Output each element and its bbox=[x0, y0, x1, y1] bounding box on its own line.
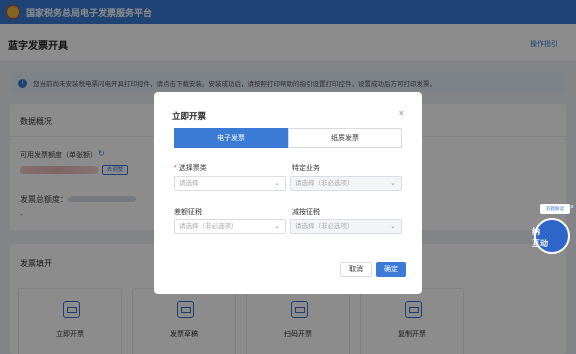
badge-text-2b: 动 bbox=[540, 239, 548, 248]
close-icon[interactable]: × bbox=[570, 204, 574, 211]
tab-electronic[interactable]: 电子发票 bbox=[174, 128, 288, 148]
special-business-label: 特定业务 bbox=[292, 165, 320, 172]
tab-paper[interactable]: 纸质发票 bbox=[288, 128, 402, 148]
badge-bubble: 答题解读 bbox=[540, 204, 570, 214]
cancel-button[interactable]: 取消 bbox=[340, 262, 372, 277]
special-business-placeholder: 请选择（非必选项） bbox=[295, 180, 354, 187]
invoice-type-label: * 选择票类 bbox=[174, 163, 207, 173]
reduced-tax-placeholder: 请选择（非必选项） bbox=[295, 223, 354, 230]
chevron-down-icon: ⌄ bbox=[390, 180, 396, 187]
diff-tax-label: 差额征税 bbox=[174, 209, 202, 216]
reduced-tax-label: 减按征税 bbox=[292, 209, 320, 216]
chevron-down-icon: ⌄ bbox=[274, 180, 280, 187]
invoice-type-placeholder: 请选择 bbox=[179, 180, 199, 187]
chevron-down-icon: ⌄ bbox=[274, 223, 280, 230]
interactive-badge[interactable]: 答题解读 × 纳 互动 bbox=[530, 204, 574, 256]
issue-invoice-dialog: 立即开票 × 电子发票 纸质发票 * 选择票类 请选择 ⌄ 特定业务 请选择（非必… bbox=[154, 92, 422, 294]
invoice-type-label-text: 选择票类 bbox=[178, 165, 207, 172]
invoice-type-select[interactable]: 请选择 ⌄ bbox=[174, 176, 286, 191]
dialog-title: 立即开票 bbox=[172, 111, 207, 121]
chevron-down-icon: ⌄ bbox=[390, 223, 396, 230]
badge-text-2: 互动 bbox=[532, 238, 548, 249]
confirm-button[interactable]: 确定 bbox=[376, 262, 406, 277]
reduced-tax-select[interactable]: 请选择（非必选项） ⌄ bbox=[290, 219, 402, 234]
badge-text-2a: 互 bbox=[532, 239, 540, 248]
diff-tax-select[interactable]: 请选择（非必选项） ⌄ bbox=[174, 219, 286, 234]
special-business-select[interactable]: 请选择（非必选项） ⌄ bbox=[290, 176, 402, 191]
invoice-medium-tabs: 电子发票 纸质发票 bbox=[174, 128, 402, 148]
close-icon[interactable]: × bbox=[399, 108, 404, 118]
diff-tax-placeholder: 请选择（非必选项） bbox=[179, 223, 238, 230]
badge-text-1: 纳 bbox=[532, 227, 540, 236]
required-mark: * bbox=[174, 165, 177, 172]
